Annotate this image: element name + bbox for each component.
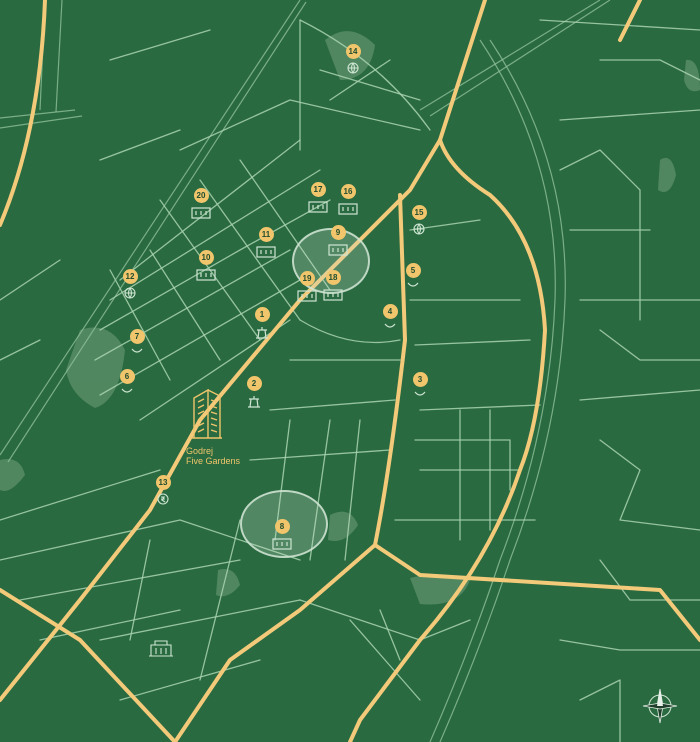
poi-marker-18[interactable]: 18 — [318, 270, 348, 301]
poi-marker-20[interactable]: 20 — [186, 188, 216, 219]
poi-number: 1 — [254, 307, 270, 322]
poi-marker-7[interactable]: 7 — [122, 329, 152, 356]
poi-marker-8[interactable]: 8 — [267, 519, 297, 550]
map-pin-icon — [121, 388, 133, 393]
poi-number: 8 — [274, 519, 290, 534]
poi-number: 17 — [310, 182, 326, 197]
poi-number: 13 — [155, 475, 171, 490]
building-icon — [256, 246, 276, 258]
poi-marker-1[interactable]: 1 — [247, 307, 277, 340]
poi-number: 18 — [325, 270, 341, 285]
poi-number: 20 — [193, 188, 209, 203]
poi-number: 14 — [345, 44, 361, 59]
globe-icon — [124, 287, 136, 299]
metro-station-icon — [248, 396, 260, 408]
poi-marker-14[interactable]: 14 — [338, 44, 368, 75]
poi-marker-6[interactable]: 6 — [112, 369, 142, 396]
poi-number: 10 — [198, 250, 214, 265]
map-pin-icon — [407, 282, 419, 287]
poi-number: 12 — [122, 269, 138, 284]
poi-number: 4 — [382, 304, 398, 319]
poi-number: 3 — [412, 372, 428, 387]
project-label-line2: Five Gardens — [186, 456, 241, 466]
poi-marker-4[interactable]: 4 — [375, 304, 405, 331]
compass-icon — [642, 688, 678, 724]
map-canvas[interactable]: Godrej Five Gardens 1 2 3 4 5 6 7 8 9 10 — [0, 0, 700, 742]
poi-marker-12[interactable]: 12 — [115, 269, 145, 300]
globe-icon — [347, 62, 359, 74]
poi-marker-10[interactable]: 10 — [191, 250, 221, 281]
building-icon — [338, 203, 358, 215]
map-base-layer — [0, 0, 700, 742]
globe-icon — [413, 223, 425, 235]
poi-marker-13[interactable]: 13 — [148, 475, 178, 506]
map-pin-icon — [414, 391, 426, 396]
poi-number: 2 — [246, 376, 262, 391]
building-icon — [328, 244, 348, 256]
rupee-icon — [157, 493, 169, 505]
poi-number: 9 — [330, 225, 346, 240]
poi-number: 19 — [299, 271, 315, 286]
poi-number: 11 — [258, 227, 274, 242]
poi-marker-2[interactable]: 2 — [239, 376, 269, 409]
poi-marker-11[interactable]: 11 — [251, 227, 281, 258]
poi-marker-15[interactable]: 15 — [404, 205, 434, 236]
poi-number: 5 — [405, 263, 421, 278]
poi-marker-3[interactable]: 3 — [405, 372, 435, 399]
building-icon — [323, 289, 343, 301]
building-icon — [272, 538, 292, 550]
poi-marker-16[interactable]: 16 — [333, 184, 363, 215]
building-icon — [308, 201, 328, 213]
poi-marker-19[interactable]: 19 — [292, 271, 322, 302]
map-pin-icon — [131, 348, 143, 353]
building-icon — [196, 269, 216, 281]
poi-marker-5[interactable]: 5 — [398, 263, 428, 290]
poi-number: 6 — [119, 369, 135, 384]
landmark-icon — [149, 640, 173, 657]
poi-marker-17[interactable]: 17 — [303, 182, 333, 213]
poi-number: 15 — [411, 205, 427, 220]
project-label-line1: Godrej — [186, 446, 214, 456]
poi-number: 16 — [340, 184, 356, 199]
building-icon — [191, 207, 211, 219]
building-icon — [297, 290, 317, 302]
poi-number: 7 — [129, 329, 145, 344]
map-pin-icon — [384, 323, 396, 328]
metro-station-icon — [256, 327, 268, 339]
poi-marker-9[interactable]: 9 — [323, 225, 353, 256]
project-tower-icon — [190, 388, 222, 439]
project-label: Godrej Five Gardens — [186, 446, 266, 466]
